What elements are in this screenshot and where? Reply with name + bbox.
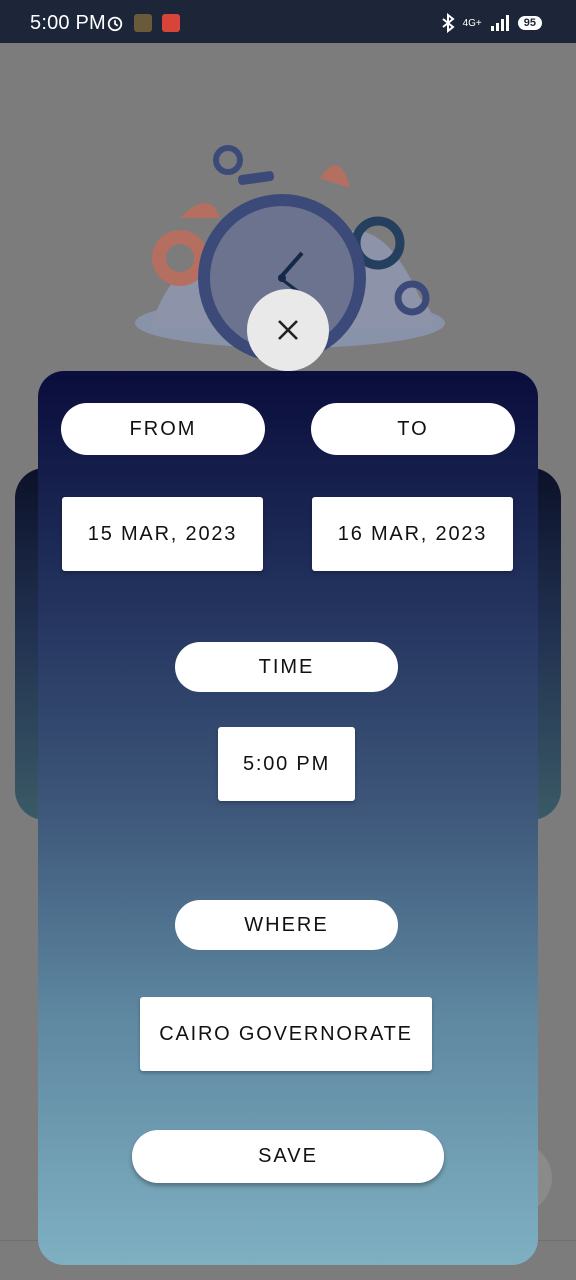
status-bar: 5:00 PM 4G+ 95 (0, 0, 576, 43)
filter-dialog: FROM TO 15 MAR, 2023 16 MAR, 2023 TIME 5… (38, 371, 538, 1265)
to-button[interactable]: TO (311, 403, 515, 455)
time-button[interactable]: TIME (175, 642, 398, 692)
bluetooth-icon (441, 13, 455, 33)
from-button[interactable]: FROM (61, 403, 265, 455)
where-field[interactable]: CAIRO GOVERNORATE (140, 997, 432, 1071)
app-notification-icon (134, 14, 152, 32)
status-time: 5:00 PM (30, 12, 106, 34)
save-button[interactable]: SAVE (132, 1130, 444, 1183)
time-field[interactable]: 5:00 PM (218, 727, 355, 801)
battery-indicator: 95 (517, 16, 542, 30)
to-date-field[interactable]: 16 MAR, 2023 (312, 497, 513, 571)
network-type: 4G+ (462, 17, 482, 29)
alarm-icon (107, 16, 123, 32)
where-button[interactable]: WHERE (175, 900, 398, 950)
close-icon (278, 320, 298, 340)
signal-icon (490, 15, 509, 31)
from-date-field[interactable]: 15 MAR, 2023 (62, 497, 263, 571)
app-notification-icon (162, 14, 180, 32)
close-button[interactable] (247, 289, 329, 371)
